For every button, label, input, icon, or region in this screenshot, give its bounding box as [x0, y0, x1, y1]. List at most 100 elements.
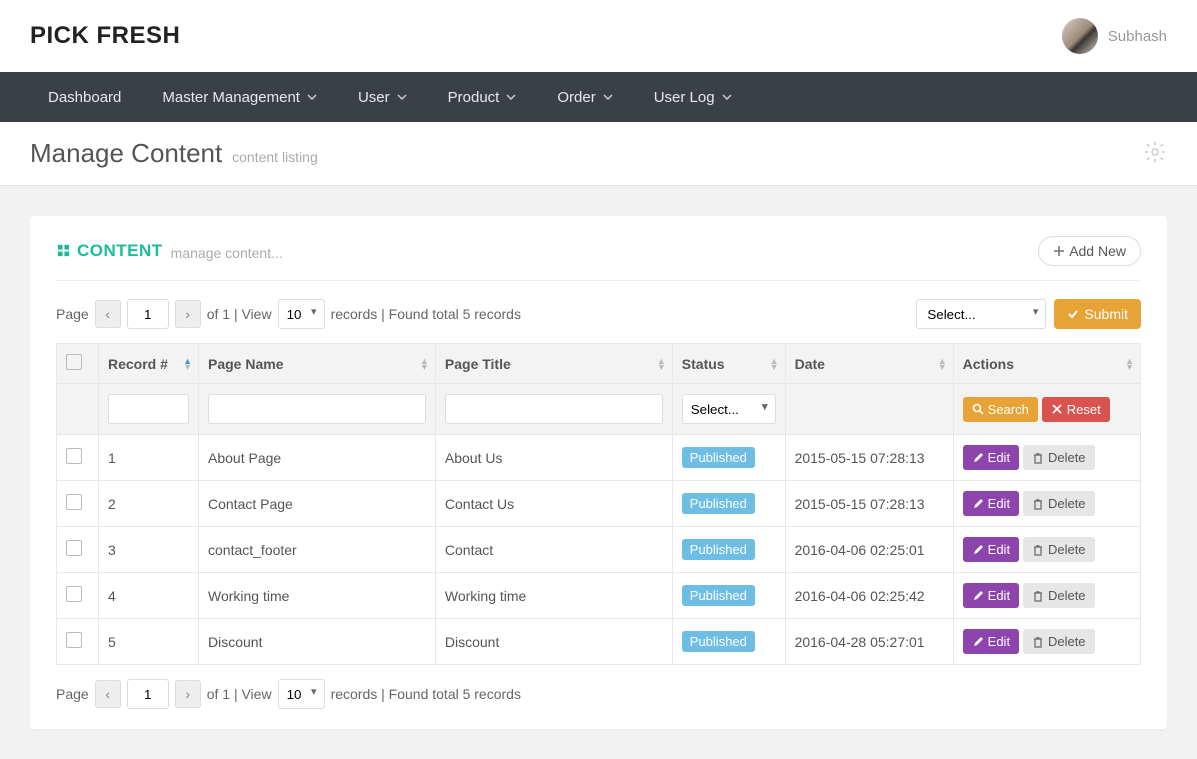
avatar[interactable]: [1062, 18, 1098, 54]
header-actions: Actions▲▼: [953, 344, 1140, 384]
edit-icon: [972, 636, 984, 648]
table-row: 4Working timeWorking timePublished2016-0…: [57, 573, 1141, 619]
panel-subtitle: manage content...: [171, 245, 283, 261]
bulk-action-select[interactable]: Select...: [916, 299, 1046, 329]
cell-page-title: Contact: [435, 527, 672, 573]
topbar: PICK FRESH Subhash: [0, 0, 1197, 72]
cell-date: 2016-04-06 02:25:01: [785, 527, 953, 573]
cell-record: 1: [99, 435, 199, 481]
row-checkbox[interactable]: [66, 586, 82, 602]
nav-product[interactable]: Product: [430, 72, 535, 122]
records-text: records | Found total 5 records: [331, 306, 521, 322]
filter-record[interactable]: [108, 394, 189, 424]
cell-record: 5: [99, 619, 199, 665]
page-prev-button[interactable]: ‹: [95, 300, 121, 328]
filter-page-name[interactable]: [208, 394, 426, 424]
header-page-title[interactable]: Page Title▲▼: [435, 344, 672, 384]
cell-status: Published: [672, 619, 785, 665]
delete-button[interactable]: Delete: [1023, 445, 1095, 470]
nav-label: Dashboard: [48, 89, 121, 106]
reset-label: Reset: [1067, 402, 1101, 417]
table-row: 5DiscountDiscountPublished2016-04-28 05:…: [57, 619, 1141, 665]
trash-icon: [1032, 636, 1044, 648]
row-checkbox[interactable]: [66, 494, 82, 510]
edit-icon: [972, 544, 984, 556]
filter-status-select[interactable]: Select...: [682, 394, 776, 424]
header-checkbox: [57, 344, 99, 384]
cell-date: 2016-04-28 05:27:01: [785, 619, 953, 665]
nav-dashboard[interactable]: Dashboard: [30, 72, 139, 122]
cell-status: Published: [672, 573, 785, 619]
select-all-checkbox[interactable]: [66, 354, 82, 370]
page-input[interactable]: [127, 299, 169, 329]
cell-date: 2015-05-15 07:28:13: [785, 435, 953, 481]
delete-button[interactable]: Delete: [1023, 537, 1095, 562]
cell-page-title: Contact Us: [435, 481, 672, 527]
status-badge: Published: [682, 493, 755, 514]
username: Subhash: [1108, 28, 1167, 45]
user-area[interactable]: Subhash: [1062, 18, 1167, 54]
row-checkbox[interactable]: [66, 540, 82, 556]
filter-page-title[interactable]: [445, 394, 663, 424]
cell-record: 3: [99, 527, 199, 573]
row-checkbox[interactable]: [66, 632, 82, 648]
nav-master-management[interactable]: Master Management: [144, 72, 335, 122]
edit-button[interactable]: Edit: [963, 537, 1019, 562]
submit-label: Submit: [1084, 306, 1128, 322]
trash-icon: [1032, 590, 1044, 602]
chevron-down-icon: [506, 92, 516, 102]
edit-button[interactable]: Edit: [963, 491, 1019, 516]
content-panel: CONTENT manage content... Add New Page ‹…: [30, 216, 1167, 729]
cell-status: Published: [672, 435, 785, 481]
chevron-down-icon: [397, 92, 407, 102]
delete-button[interactable]: Delete: [1023, 629, 1095, 654]
nav-user-log[interactable]: User Log: [636, 72, 750, 122]
delete-button[interactable]: Delete: [1023, 583, 1095, 608]
edit-button[interactable]: Edit: [963, 583, 1019, 608]
delete-button[interactable]: Delete: [1023, 491, 1095, 516]
cell-actions: Edit Delete: [953, 481, 1140, 527]
reset-button[interactable]: Reset: [1042, 397, 1110, 422]
cell-actions: Edit Delete: [953, 527, 1140, 573]
header-page-name[interactable]: Page Name▲▼: [199, 344, 436, 384]
page-next-button[interactable]: ›: [175, 680, 201, 708]
cell-page-name: About Page: [199, 435, 436, 481]
search-label: Search: [988, 402, 1029, 417]
nav-user[interactable]: User: [340, 72, 425, 122]
cell-page-name: Contact Page: [199, 481, 436, 527]
check-icon: [1067, 308, 1079, 320]
submit-button[interactable]: Submit: [1054, 299, 1141, 329]
cell-page-name: contact_footer: [199, 527, 436, 573]
page-label: Page: [56, 306, 89, 322]
settings-gear-icon[interactable]: [1143, 140, 1167, 167]
cell-page-title: Discount: [435, 619, 672, 665]
close-icon: [1051, 403, 1063, 415]
header-record[interactable]: Record #▲▼: [99, 344, 199, 384]
chevron-down-icon: [722, 92, 732, 102]
nav-order[interactable]: Order: [539, 72, 630, 122]
page-prev-button[interactable]: ‹: [95, 680, 121, 708]
trash-icon: [1032, 498, 1044, 510]
table-row: 3contact_footerContact Published 2016-04-0…: [57, 527, 1141, 573]
add-new-button[interactable]: Add New: [1038, 236, 1141, 266]
cell-actions: Edit Delete: [953, 573, 1140, 619]
header-status[interactable]: Status▲▼: [672, 344, 785, 384]
status-badge: Published: [682, 585, 755, 606]
status-badge: Published: [682, 539, 755, 560]
content-table: Record #▲▼ Page Name▲▼ Page Title▲▼ Stat…: [56, 343, 1141, 665]
page-next-button[interactable]: ›: [175, 300, 201, 328]
view-select[interactable]: 10: [278, 299, 325, 329]
nav-label: User: [358, 89, 390, 106]
cell-record: 4: [99, 573, 199, 619]
header-date[interactable]: Date▲▼: [785, 344, 953, 384]
edit-button[interactable]: Edit: [963, 445, 1019, 470]
search-button[interactable]: Search: [963, 397, 1038, 422]
nav-label: User Log: [654, 89, 715, 106]
panel-title: CONTENT: [56, 241, 163, 261]
nav-label: Master Management: [162, 89, 300, 106]
filter-row: Select... Search Reset: [57, 384, 1141, 435]
edit-button[interactable]: Edit: [963, 629, 1019, 654]
row-checkbox[interactable]: [66, 448, 82, 464]
edit-icon: [972, 452, 984, 464]
page-subtitle: content listing: [232, 149, 318, 165]
